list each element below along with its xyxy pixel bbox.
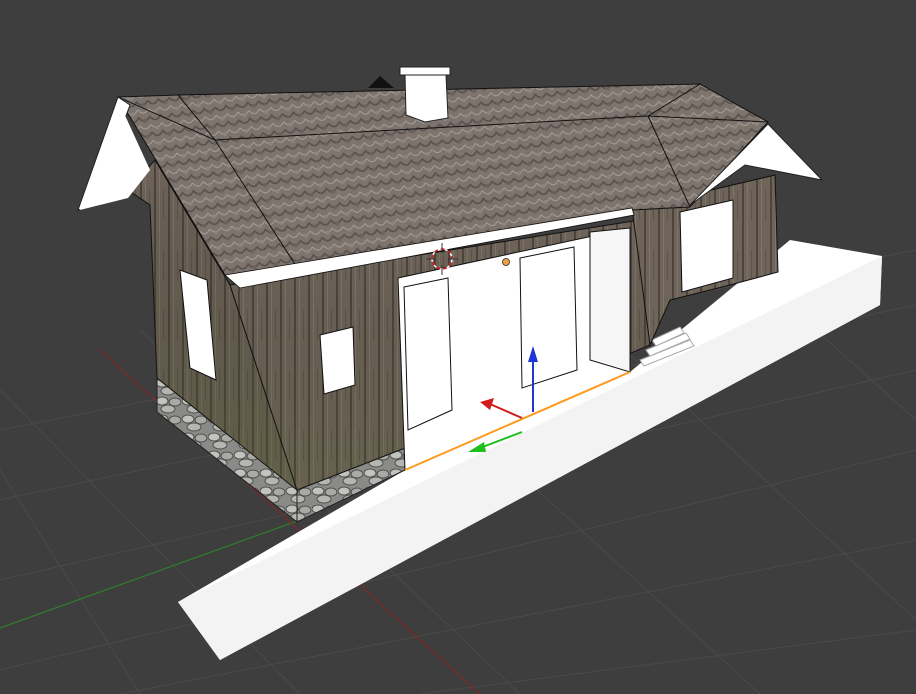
object-origin-icon[interactable] [502,258,510,266]
window-right-wing[interactable] [679,199,734,293]
door-right[interactable] [519,246,578,389]
camera-marker-icon[interactable] [368,76,394,88]
door-left[interactable] [403,277,453,431]
window-front[interactable] [319,326,356,395]
3d-scene[interactable] [0,0,916,694]
3d-viewport[interactable] [0,0,916,694]
chimney[interactable] [399,66,451,123]
